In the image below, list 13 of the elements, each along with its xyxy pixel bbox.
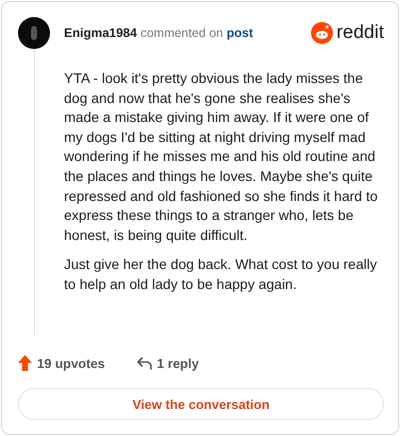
comment-paragraph: YTA - look it's pretty obvious the lady misses the dog and now that he's gone she realises she's made a mistake giving him away. If it were one of my dogs I'd be sitting at night driving myself mad wondering if he misses me and his old routine and the places and things he loves. Maybe she's quite repressed and old fashioned so she finds it hard to express these things to a stranger who, lets be honest, is being quite difficult. (64, 69, 379, 245)
avatar-icon (18, 17, 50, 49)
reply-icon[interactable] (136, 356, 152, 370)
reddit-logo-icon (311, 22, 334, 44)
post-link[interactable]: post (226, 26, 254, 40)
brand-name: reddit (336, 22, 384, 44)
comment-paragraph: Just give her the dog back. What cost to you really to help an old lady to be happy again. (64, 255, 378, 294)
upvote-count: 19 upvotes (37, 356, 105, 370)
username[interactable]: Enigma1984 (64, 26, 137, 40)
action-text: commented on (140, 26, 224, 40)
upvote-icon[interactable] (18, 355, 32, 371)
view-conversation-button[interactable]: View the conversation (18, 388, 384, 420)
reply-count: 1 reply (156, 356, 199, 370)
